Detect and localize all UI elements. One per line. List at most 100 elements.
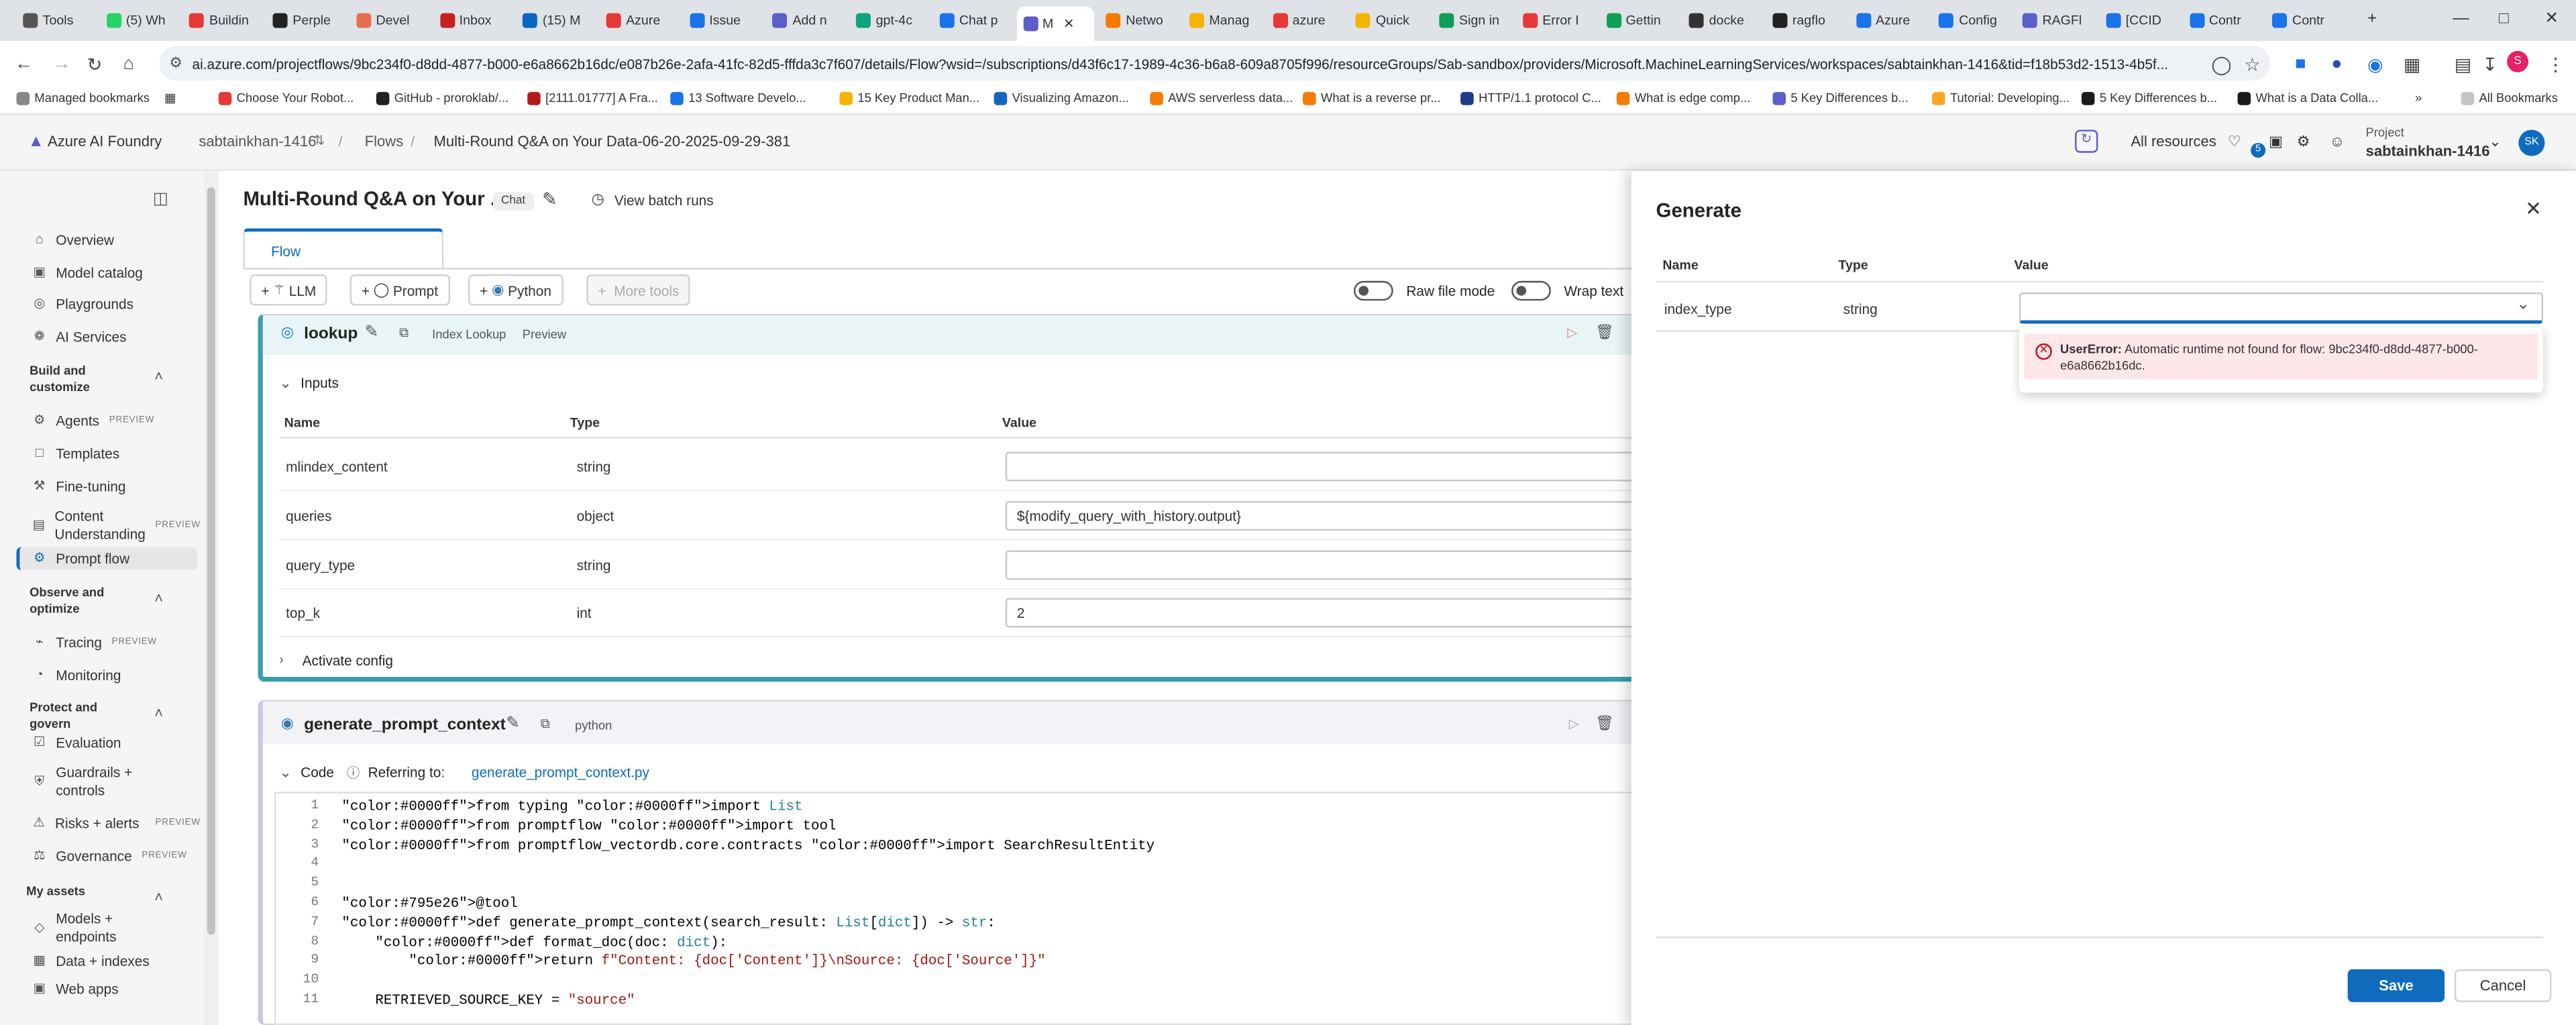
browser-tab[interactable]: Buildin — [183, 7, 262, 35]
sidebar-item-prompt-flow[interactable]: ⚙ Prompt flow — [16, 547, 197, 570]
apps-grid-icon[interactable]: ▦ — [164, 91, 176, 105]
sidebar-item-monitoring[interactable]: ◔ Monitoring — [19, 663, 200, 686]
browser-tab[interactable]: Devel — [350, 7, 428, 35]
sidebar-toggle-icon[interactable]: ▤ — [2455, 54, 2471, 75]
close-tab-icon[interactable]: ✕ — [1063, 16, 1074, 31]
bookmark-item[interactable]: Choose Your Robot... — [218, 91, 354, 105]
index-type-dropdown[interactable]: ⌄ — [2019, 292, 2544, 324]
feedback-smiley-icon[interactable]: ☺ — [2330, 133, 2345, 149]
browser-tab[interactable]: Azure — [600, 7, 678, 35]
chevron-up-icon[interactable]: ˄ — [154, 590, 163, 606]
browser-tab[interactable]: Contr — [2183, 7, 2261, 35]
extensions-puzzle-icon[interactable]: ▦ — [2404, 54, 2420, 75]
activate-config-toggle[interactable]: Activate config — [303, 652, 393, 668]
sidebar-item-overview[interactable]: ⌂ Overview — [19, 228, 200, 251]
announcement-icon[interactable]: ▣ — [2269, 133, 2283, 151]
run-node-icon[interactable]: ▷ — [1569, 716, 1579, 731]
chevron-updown-icon[interactable]: ⇅ — [314, 133, 325, 148]
sidebar-section-title[interactable]: Protect and govern — [30, 700, 128, 733]
site-info-icon[interactable]: ⚙ — [169, 54, 182, 72]
bookmark-item[interactable]: 15 Key Product Man... — [839, 91, 979, 105]
bookmark-item[interactable]: HTTP/1.1 protocol C... — [1460, 91, 1601, 105]
sidebar-item-risks-alerts[interactable]: ⚠ Risks + alerts PREVIEW — [19, 805, 200, 841]
browser-tab[interactable]: Perple — [266, 7, 345, 35]
sidebar-item-fine-tuning[interactable]: ⚒ Fine-tuning — [19, 475, 200, 498]
more-tools-button[interactable]: + More tools — [586, 274, 691, 306]
browser-tab[interactable]: Tools — [16, 7, 95, 35]
sidebar-section-title[interactable]: Build and customize — [30, 363, 128, 396]
delete-trash-icon[interactable]: 🗑 — [1595, 323, 1614, 341]
extension-icon-1[interactable]: ■ — [2295, 54, 2306, 74]
input-value-field[interactable] — [1005, 451, 1638, 482]
project-name[interactable]: sabtainkhan-1416 — [2366, 143, 2490, 159]
close-icon[interactable]: ✕ — [2525, 197, 2542, 220]
copilot-icon[interactable]: ↻ — [2075, 129, 2098, 153]
copy-icon[interactable]: ⧉ — [541, 716, 550, 733]
forward-icon[interactable]: → — [52, 54, 70, 74]
chevron-up-icon[interactable]: ˄ — [154, 705, 163, 721]
raw-file-mode-toggle[interactable] — [1353, 280, 1393, 301]
run-node-icon[interactable]: ▷ — [1567, 325, 1577, 340]
edit-pencil-icon[interactable]: ✎ — [542, 189, 557, 210]
browser-tab[interactable]: Inbox — [433, 7, 511, 35]
chevron-up-icon[interactable]: ˄ — [154, 368, 163, 384]
input-value-field[interactable]: ${modify_query_with_history.output} — [1005, 500, 1638, 531]
browser-tab[interactable]: gpt-4c — [849, 7, 928, 35]
reload-icon[interactable]: ↻ — [87, 54, 103, 75]
bookmark-item[interactable]: 5 Key Differences b... — [2081, 91, 2217, 105]
add-python-button[interactable]: + ◉ Python — [468, 274, 564, 306]
browser-tab[interactable]: M ✕ — [1016, 6, 1095, 42]
browser-tab[interactable]: Quick — [1350, 7, 1428, 35]
browser-tab[interactable]: ragflo — [1766, 7, 1845, 35]
browser-tab[interactable]: Azure — [1849, 7, 1928, 35]
sidebar-section-title[interactable]: My assets — [26, 884, 125, 900]
browser-tab[interactable]: Manag — [1183, 7, 1261, 35]
app-title[interactable]: Azure AI Foundry — [48, 133, 162, 149]
user-avatar[interactable]: SK — [2518, 129, 2545, 156]
browser-tab[interactable]: Config — [1933, 7, 2011, 35]
chevron-down-icon[interactable]: ⌄ — [2516, 296, 2530, 314]
back-icon[interactable]: ← — [15, 54, 33, 74]
browser-tab[interactable]: Error I — [1516, 7, 1595, 35]
browser-tab[interactable]: docke — [1682, 7, 1761, 35]
browser-tab[interactable]: Add n — [766, 7, 845, 35]
sidebar-item-templates[interactable]: □ Templates — [19, 442, 200, 465]
browser-tab[interactable]: Netwo — [1099, 7, 1178, 35]
bookmark-item[interactable]: 13 Software Develo... — [670, 91, 806, 105]
bookmark-item[interactable]: 5 Key Differences b... — [1772, 91, 1909, 105]
bookmark-item[interactable]: What is a reverse pr... — [1303, 91, 1441, 105]
maximize-icon[interactable]: □ — [2499, 10, 2509, 28]
extension-icon-3[interactable]: ◉ — [2367, 54, 2383, 75]
delete-trash-icon[interactable]: 🗑 — [1595, 714, 1614, 733]
bookmark-star-icon[interactable]: ☆ — [2244, 54, 2260, 75]
address-bar[interactable]: ⚙ ai.azure.com/projectflows/9bc234f0-d8d… — [159, 46, 2271, 81]
sidebar-item-models-endpoints[interactable]: ◇ Models + endpoints — [19, 910, 200, 947]
edit-pencil-icon[interactable]: ✎ — [506, 714, 520, 733]
view-batch-runs-link[interactable]: View batch runs — [614, 193, 714, 209]
browser-tab[interactable]: (15) M — [517, 7, 595, 35]
chevron-right-icon[interactable]: › — [279, 652, 284, 667]
browser-tab[interactable]: azure — [1266, 7, 1344, 35]
copy-icon[interactable]: ⧉ — [399, 325, 409, 341]
history-icon[interactable]: ◷ — [592, 191, 604, 209]
save-button[interactable]: Save — [2347, 969, 2445, 1002]
browser-tab[interactable]: Chat p — [933, 7, 1012, 35]
add-llm-button[interactable]: + ⚚ LLM — [250, 274, 328, 306]
download-icon[interactable]: ↧ — [2482, 54, 2498, 75]
collapse-nav-icon[interactable]: ◫ — [153, 191, 168, 209]
more-bookmarks-icon[interactable]: » — [2415, 91, 2422, 105]
minimize-icon[interactable]: — — [2453, 10, 2469, 28]
breadcrumb-project[interactable]: sabtainkhan-1416 — [199, 133, 316, 149]
close-window-icon[interactable]: ✕ — [2545, 10, 2559, 28]
breadcrumb-flows[interactable]: Flows — [365, 133, 404, 149]
bookmark-item[interactable]: [2111.01777] A Fra... — [527, 91, 658, 105]
add-prompt-button[interactable]: + ◯ Prompt — [350, 274, 450, 306]
sidebar-item-tracing[interactable]: ⌁ Tracing PREVIEW — [19, 631, 200, 653]
bookmark-item[interactable]: Visualizing Amazon... — [994, 91, 1129, 105]
sidebar-item-web-apps[interactable]: ▣ Web apps — [19, 977, 200, 1000]
wrap-text-toggle[interactable] — [1511, 280, 1551, 301]
browser-tab[interactable]: Sign in — [1433, 7, 1511, 35]
sidebar-item-data-indexes[interactable]: ▦ Data + indexes — [19, 943, 200, 979]
sidebar-item-ai-services[interactable]: ❁ AI Services — [19, 325, 200, 348]
all-bookmarks[interactable]: All Bookmarks — [2461, 91, 2558, 105]
